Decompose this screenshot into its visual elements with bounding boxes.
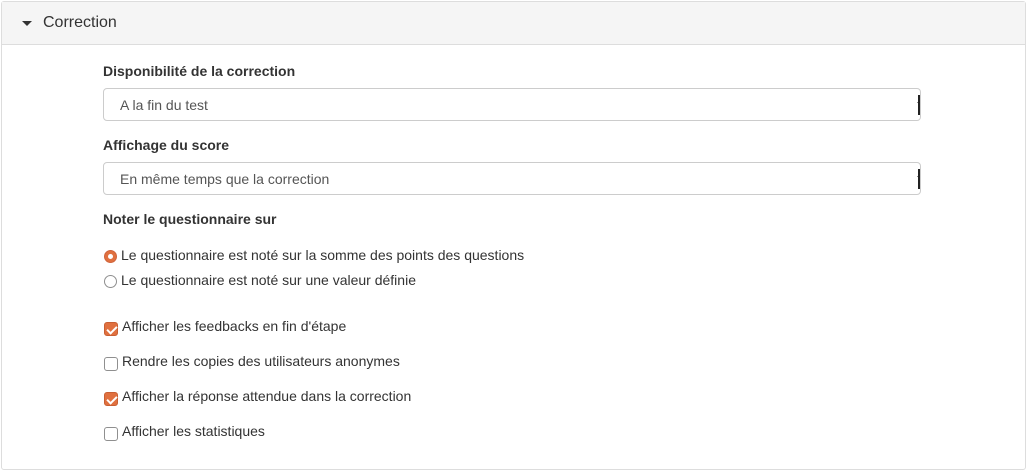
panel-heading[interactable]: Correction <box>2 2 1025 45</box>
select-arrow-icon <box>916 169 920 189</box>
checkbox-label: Afficher les feedbacks en fin d'étape <box>122 318 347 334</box>
score-display-label: Affichage du score <box>103 137 230 153</box>
grading-option-label: Le questionnaire est noté sur une valeur… <box>121 271 416 288</box>
score-display-selected-value: En même temps que la correction <box>120 170 330 187</box>
checkbox-show-expected-answer[interactable]: Afficher la réponse attendue dans la cor… <box>104 386 411 406</box>
availability-select[interactable]: A la fin du test <box>103 88 921 121</box>
checkbox-label: Afficher les statistiques <box>122 423 265 439</box>
score-display-select[interactable]: En même temps que la correction <box>103 162 921 195</box>
checkbox-label: Rendre les copies des utilisateurs anony… <box>122 353 400 369</box>
checkbox-anonymous-copies[interactable]: Rendre les copies des utilisateurs anony… <box>104 351 400 371</box>
availability-selected-value: A la fin du test <box>120 96 208 113</box>
panel-title: Correction <box>43 14 117 31</box>
checkbox[interactable] <box>104 322 118 336</box>
checkbox[interactable] <box>104 427 118 441</box>
caret-down-icon[interactable] <box>22 21 32 26</box>
availability-label: Disponibilité de la correction <box>103 63 296 79</box>
radio-button[interactable] <box>104 250 117 263</box>
radio-button[interactable] <box>104 275 117 288</box>
grading-label: Noter le questionnaire sur <box>103 211 277 227</box>
grading-option-sum-points[interactable]: Le questionnaire est noté sur la somme d… <box>104 246 524 263</box>
grading-option-defined-value[interactable]: Le questionnaire est noté sur une valeur… <box>104 271 416 288</box>
checkbox-label: Afficher la réponse attendue dans la cor… <box>122 388 412 404</box>
grading-option-label: Le questionnaire est noté sur la somme d… <box>121 246 525 263</box>
checkbox-show-statistics[interactable]: Afficher les statistiques <box>104 421 265 441</box>
checkbox[interactable] <box>104 357 118 371</box>
checkbox-show-feedbacks[interactable]: Afficher les feedbacks en fin d'étape <box>104 316 346 336</box>
checkbox[interactable] <box>104 392 118 406</box>
select-arrow-icon <box>916 95 920 115</box>
